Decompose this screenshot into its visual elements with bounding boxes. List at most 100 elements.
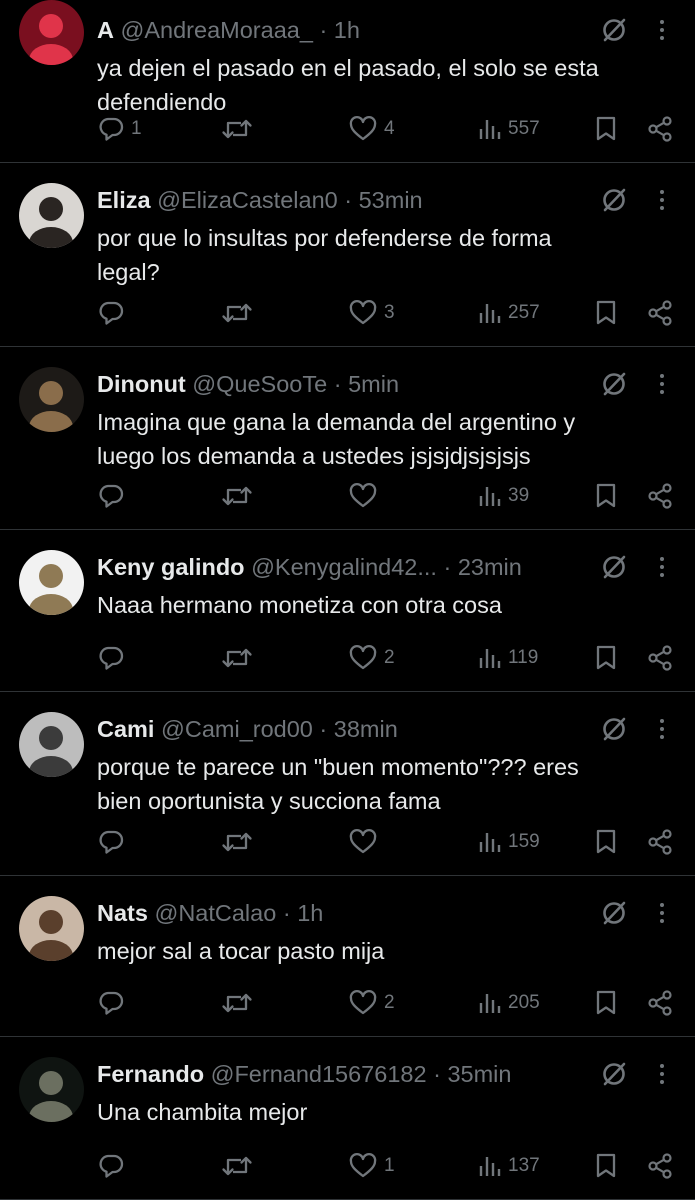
author-handle[interactable]: @AndreaMoraaa_: [121, 17, 313, 43]
views-button[interactable]: 119: [478, 641, 538, 675]
grok-icon[interactable]: [600, 1060, 628, 1088]
timestamp[interactable]: 1h: [334, 17, 360, 43]
author-name[interactable]: Keny galindo: [97, 554, 245, 580]
separator-dot: ·: [282, 900, 291, 926]
author-handle[interactable]: @NatCalao: [154, 900, 276, 926]
author-name[interactable]: Cami: [97, 716, 154, 742]
repost-button[interactable]: [221, 112, 253, 146]
share-button[interactable]: [647, 825, 673, 859]
author-handle[interactable]: @Fernand15676182: [211, 1061, 427, 1087]
reply-button[interactable]: [97, 986, 125, 1020]
repost-button[interactable]: [221, 825, 253, 859]
avatar[interactable]: [19, 0, 84, 65]
avatar-image: [19, 0, 84, 65]
timestamp[interactable]: 53min: [359, 187, 423, 213]
author-name[interactable]: Eliza: [97, 187, 151, 213]
more-icon[interactable]: [652, 1060, 672, 1088]
share-button[interactable]: [647, 1149, 673, 1183]
reply-button[interactable]: 1: [97, 112, 142, 146]
grok-icon[interactable]: [600, 715, 628, 743]
reply-item[interactable]: Nats @NatCalao · 1h mejor sal a tocar pa…: [0, 876, 695, 1037]
grok-icon[interactable]: [600, 16, 628, 44]
author-name[interactable]: A: [97, 17, 114, 43]
reply-item[interactable]: Dinonut @QueSooTe · 5min Imagina que gan…: [0, 347, 695, 530]
like-button[interactable]: 2: [348, 986, 395, 1020]
repost-button[interactable]: [221, 296, 253, 330]
grok-icon[interactable]: [600, 186, 628, 214]
grok-icon[interactable]: [600, 553, 628, 581]
avatar[interactable]: [19, 550, 84, 615]
avatar[interactable]: [19, 367, 84, 432]
bookmark-button[interactable]: [594, 986, 618, 1020]
views-icon: [479, 994, 501, 1013]
more-icon[interactable]: [652, 899, 672, 927]
timestamp[interactable]: 23min: [458, 554, 522, 580]
more-icon[interactable]: [652, 553, 672, 581]
avatar[interactable]: [19, 896, 84, 961]
avatar[interactable]: [19, 183, 84, 248]
views-count: 557: [508, 118, 540, 139]
timestamp[interactable]: 1h: [297, 900, 323, 926]
reply-item[interactable]: A @AndreaMoraaa_ · 1h ya dejen el pasado…: [0, 0, 695, 163]
like-button[interactable]: 2: [348, 641, 395, 675]
reply-button[interactable]: [97, 296, 125, 330]
reply-button[interactable]: [97, 825, 125, 859]
repost-button[interactable]: [221, 986, 253, 1020]
views-button[interactable]: 257: [478, 296, 540, 330]
author-handle[interactable]: @QueSooTe: [192, 371, 327, 397]
author-handle[interactable]: @ElizaCastelan0: [157, 187, 338, 213]
views-button[interactable]: 557: [478, 112, 540, 146]
bookmark-button[interactable]: [594, 479, 618, 513]
views-button[interactable]: 159: [478, 825, 540, 859]
repost-button[interactable]: [221, 479, 253, 513]
like-button[interactable]: [348, 479, 378, 513]
like-button[interactable]: 3: [348, 296, 395, 330]
views-icon: [479, 649, 501, 668]
author-handle[interactable]: @Kenygalind42...: [251, 554, 437, 580]
reply-item[interactable]: Cami @Cami_rod00 · 38min porque te parec…: [0, 692, 695, 876]
grok-icon[interactable]: [600, 370, 628, 398]
bookmark-button[interactable]: [594, 825, 618, 859]
more-icon[interactable]: [652, 186, 672, 214]
author-handle[interactable]: @Cami_rod00: [161, 716, 313, 742]
share-button[interactable]: [647, 986, 673, 1020]
reply-item[interactable]: Fernando @Fernand15676182 · 35min Una ch…: [0, 1037, 695, 1200]
grok-icon[interactable]: [600, 899, 628, 927]
reply-button[interactable]: [97, 641, 125, 675]
more-icon[interactable]: [652, 370, 672, 398]
heart-icon: [349, 1153, 377, 1178]
timestamp[interactable]: 5min: [348, 371, 399, 397]
reply-item[interactable]: Keny galindo @Kenygalind42... · 23min Na…: [0, 530, 695, 692]
repost-button[interactable]: [221, 641, 253, 675]
author-name[interactable]: Dinonut: [97, 371, 186, 397]
timestamp[interactable]: 38min: [334, 716, 398, 742]
separator-dot: ·: [344, 187, 353, 213]
views-button[interactable]: 205: [478, 986, 540, 1020]
like-button[interactable]: 4: [348, 112, 395, 146]
timestamp[interactable]: 35min: [447, 1061, 511, 1087]
reply-item[interactable]: Eliza @ElizaCastelan0 · 53min por que lo…: [0, 163, 695, 347]
avatar[interactable]: [19, 1057, 84, 1122]
share-button[interactable]: [647, 641, 673, 675]
views-button[interactable]: 39: [478, 479, 529, 513]
bookmark-button[interactable]: [594, 641, 618, 675]
views-icon: [479, 833, 501, 852]
bookmark-button[interactable]: [594, 296, 618, 330]
repost-button[interactable]: [221, 1149, 253, 1183]
more-icon[interactable]: [652, 16, 672, 44]
share-button[interactable]: [647, 296, 673, 330]
share-button[interactable]: [647, 479, 673, 513]
more-icon[interactable]: [652, 715, 672, 743]
like-button[interactable]: 1: [348, 1149, 395, 1183]
views-button[interactable]: 137: [478, 1149, 540, 1183]
reply-button[interactable]: [97, 479, 125, 513]
author-name[interactable]: Fernando: [97, 1061, 204, 1087]
author-name[interactable]: Nats: [97, 900, 148, 926]
reply-button[interactable]: [97, 1149, 125, 1183]
bookmark-button[interactable]: [594, 112, 618, 146]
avatar[interactable]: [19, 712, 84, 777]
separator-dot: ·: [319, 716, 328, 742]
like-button[interactable]: [348, 825, 378, 859]
share-button[interactable]: [647, 112, 673, 146]
bookmark-button[interactable]: [594, 1149, 618, 1183]
